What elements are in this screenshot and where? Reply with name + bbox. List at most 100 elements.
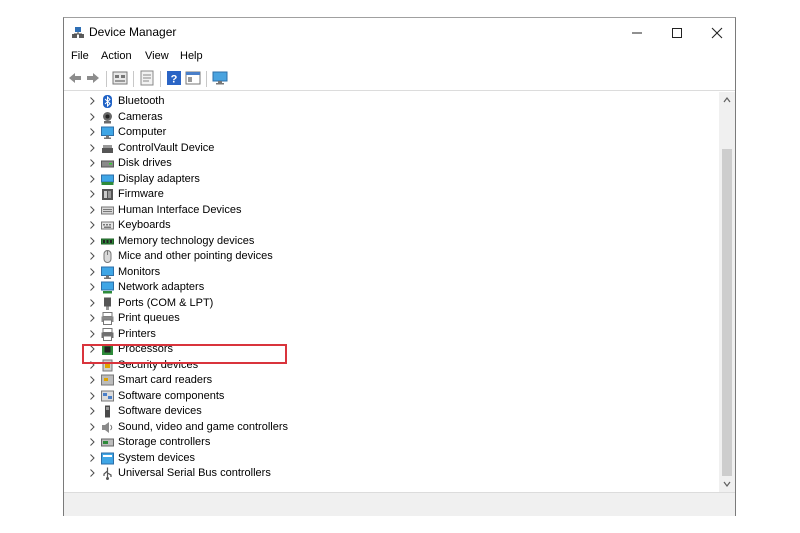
tree-node-bluetooth[interactable]: Bluetooth [64, 94, 719, 110]
chevron-right-icon[interactable] [89, 189, 96, 199]
tree-node-system-devices[interactable]: System devices [64, 451, 719, 467]
chevron-right-icon[interactable] [89, 112, 96, 122]
chevron-right-icon[interactable] [89, 391, 96, 401]
device-tree[interactable]: Bluetooth Cameras Computer ControlVault Dev… [64, 92, 719, 492]
minimize-icon [632, 32, 642, 34]
chevron-right-icon[interactable] [89, 236, 96, 246]
toolbar-separator [160, 71, 161, 87]
tree-node-cameras[interactable]: Cameras [64, 110, 719, 126]
chevron-right-icon[interactable] [89, 298, 96, 308]
tree-node-ports-com-lpt[interactable]: Ports (COM & LPT) [64, 296, 719, 312]
chevron-right-icon[interactable] [89, 313, 96, 323]
menu-help[interactable]: Help [180, 50, 203, 62]
tree-node-disk-drives[interactable]: Disk drives [64, 156, 719, 172]
display-adapter-icon [101, 174, 114, 185]
chevron-right-icon[interactable] [89, 375, 96, 385]
menu-action[interactable]: Action [101, 50, 132, 62]
tree-node-sound-video-and-game-controllers[interactable]: Sound, video and game controllers [64, 420, 719, 436]
toolbar-separator [106, 71, 107, 87]
back-arrow-icon[interactable] [67, 70, 83, 86]
tree-node-label: Print queues [118, 312, 180, 324]
tree-node-storage-controllers[interactable]: Storage controllers [64, 435, 719, 451]
tree-node-label: Disk drives [118, 157, 172, 169]
chevron-right-icon[interactable] [89, 422, 96, 432]
memory-icon [101, 238, 114, 244]
chevron-right-icon[interactable] [89, 329, 96, 339]
smart-card-icon [101, 374, 114, 386]
device-manager-icon[interactable] [112, 70, 128, 86]
tree-node-computer[interactable]: Computer [64, 125, 719, 141]
tree-node-label: Ports (COM & LPT) [118, 296, 214, 309]
tree-node-firmware[interactable]: Firmware [64, 187, 719, 203]
vertical-scrollbar[interactable] [719, 92, 735, 492]
menu-file[interactable]: File [71, 50, 89, 62]
tree-node-software-devices[interactable]: Software devices [64, 404, 719, 420]
window-title: Device Manager [89, 25, 177, 39]
tree-node-universal-serial-bus-controllers[interactable]: Universal Serial Bus controllers [64, 466, 719, 482]
tree-node-mice-and-other-pointing-devices[interactable]: Mice and other pointing devices [64, 249, 719, 265]
port-icon [104, 297, 111, 310]
close-button[interactable] [697, 18, 737, 48]
chevron-right-icon[interactable] [89, 205, 96, 215]
tree-node-label: Keyboards [118, 219, 171, 231]
printer-icon [101, 327, 114, 341]
tree-node-display-adapters[interactable]: Display adapters [64, 172, 719, 188]
help-icon[interactable]: ? [166, 70, 182, 86]
chevron-right-icon[interactable] [89, 437, 96, 447]
tree-node-label: Human Interface Devices [118, 203, 242, 216]
tree-node-monitors[interactable]: Monitors [64, 265, 719, 281]
tree-node-label: Mice and other pointing devices [118, 250, 273, 262]
chevron-right-icon[interactable] [89, 174, 96, 184]
scroll-thumb[interactable] [722, 149, 732, 476]
close-icon [711, 27, 723, 39]
tree-node-label: Sound, video and game controllers [118, 420, 288, 433]
title-bar[interactable]: Device Manager [64, 18, 735, 48]
toolbar-separator [206, 71, 207, 87]
chevron-right-icon[interactable] [89, 453, 96, 463]
chevron-right-icon[interactable] [89, 220, 96, 230]
scroll-up-icon[interactable] [719, 92, 735, 108]
tree-node-label: Computer [118, 126, 167, 138]
device-manager-app-icon [72, 27, 84, 38]
forward-arrow-icon[interactable] [85, 70, 101, 86]
maximize-button[interactable] [657, 18, 697, 48]
chevron-right-icon[interactable] [89, 406, 96, 416]
chevron-right-icon[interactable] [89, 468, 96, 478]
highlight-box [82, 344, 287, 364]
menu-view[interactable]: View [145, 50, 169, 62]
monitor-icon[interactable] [212, 70, 228, 86]
tree-node-network-adapters[interactable]: Network adapters [64, 280, 719, 296]
tree-node-software-components[interactable]: Software components [64, 389, 719, 405]
tree-node-label: Bluetooth [118, 95, 165, 107]
tree-node-keyboards[interactable]: Keyboards [64, 218, 719, 234]
device-manager-window: Device Manager File Action View Help ? B… [63, 17, 736, 516]
properties-icon[interactable] [139, 70, 155, 86]
chevron-right-icon[interactable] [89, 127, 96, 137]
tree-node-label: Monitors [118, 265, 161, 278]
view-icon[interactable] [185, 70, 201, 86]
chevron-right-icon[interactable] [89, 158, 96, 168]
disk-drive-icon [101, 160, 114, 168]
status-bar [64, 492, 735, 516]
tree-node-print-queues[interactable]: Print queues [64, 311, 719, 327]
network-adapter-icon [101, 281, 114, 294]
tree-node-printers[interactable]: Printers [64, 327, 719, 343]
tree-node-label: Display adapters [118, 172, 200, 185]
chevron-right-icon[interactable] [89, 282, 96, 292]
tree-node-human-interface-devices[interactable]: Human Interface Devices [64, 203, 719, 219]
usb-icon [103, 467, 112, 480]
tree-node-memory-technology-devices[interactable]: Memory technology devices [64, 234, 719, 250]
chevron-right-icon[interactable] [89, 143, 96, 153]
monitor-icon [101, 266, 114, 279]
toolbar-separator [133, 71, 134, 87]
tree-node-smart-card-readers[interactable]: Smart card readers [64, 373, 719, 389]
minimize-button[interactable] [617, 18, 657, 48]
chevron-right-icon[interactable] [89, 251, 96, 261]
scroll-down-icon[interactable] [719, 476, 735, 492]
tree-node-label: Cameras [118, 110, 163, 123]
chevron-right-icon[interactable] [89, 96, 96, 106]
tree-node-controlvault-device[interactable]: ControlVault Device [64, 141, 719, 157]
firmware-icon [102, 189, 113, 200]
tree-node-label: Memory technology devices [118, 234, 255, 247]
chevron-right-icon[interactable] [89, 267, 96, 277]
